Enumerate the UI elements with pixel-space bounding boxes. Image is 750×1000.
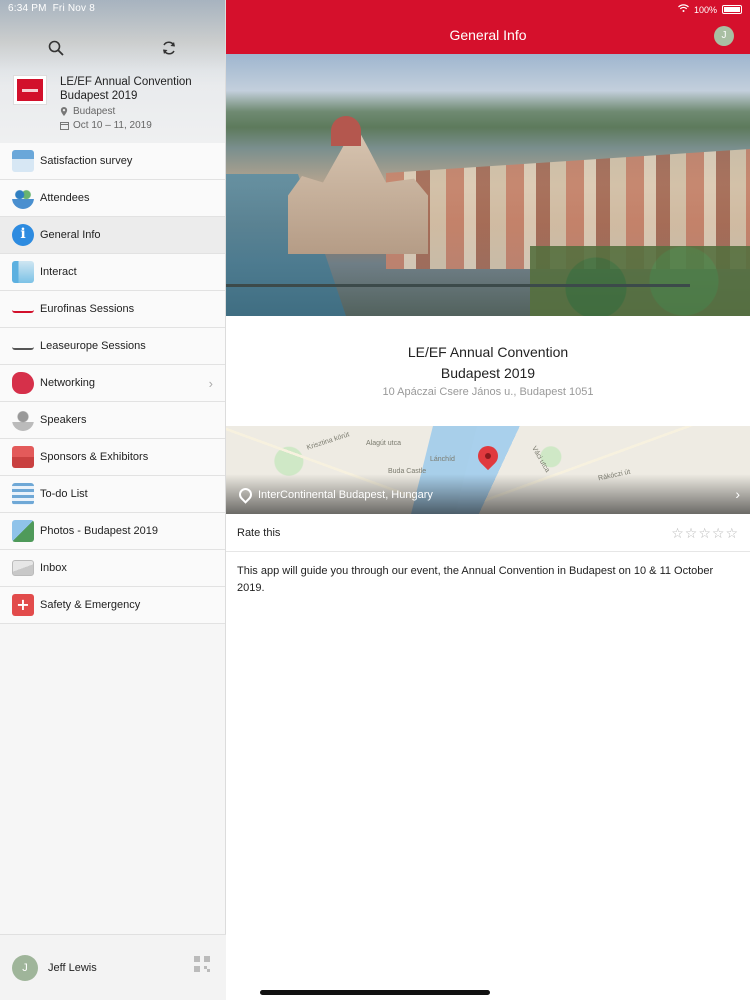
sidebar-item-label: Speakers <box>40 414 87 426</box>
avatar[interactable]: J <box>12 954 38 981</box>
location-pin-icon <box>238 488 250 502</box>
event-address: 10 Apáczai Csere János u., Budapest 1051 <box>382 386 594 398</box>
hero-bridge <box>226 284 690 298</box>
eurofinas-icon <box>12 305 34 313</box>
safety-icon <box>12 594 34 616</box>
sidebar-event-location: Budapest <box>60 106 115 117</box>
sidebar-item-todo-list[interactable]: To-do List <box>0 476 225 513</box>
calendar-icon <box>60 121 69 130</box>
sidebar-item-networking[interactable]: Networking › <box>0 365 225 402</box>
page-title: General Info <box>449 27 527 43</box>
sidebar-item-label: Satisfaction survey <box>40 155 133 167</box>
event-title-line1: LE/EF Annual Convention <box>407 344 569 360</box>
event-title: LE/EF Annual Convention Budapest 2019 <box>226 316 750 384</box>
survey-icon <box>12 150 34 172</box>
photos-icon <box>12 520 34 542</box>
sidebar: 6:34 PM Fri Nov 8 LE/EF Annual Conventio… <box>0 0 226 1000</box>
sidebar-event-dates-text: Oct 10 – 11, 2019 <box>73 120 152 131</box>
interact-icon <box>12 261 34 283</box>
networking-icon <box>12 372 34 394</box>
main-content: 100% General Info J LE/EF Annual Convent… <box>226 0 750 1000</box>
sponsors-icon <box>12 446 34 468</box>
qr-code-icon[interactable] <box>194 956 210 972</box>
leaseurope-icon <box>12 342 34 350</box>
attendees-icon <box>12 187 34 209</box>
map-street-label: Alagút utca <box>366 440 402 447</box>
event-title-line2: Budapest 2019 <box>440 365 536 381</box>
map-marker-icon[interactable] <box>473 441 503 471</box>
hero-dome <box>331 116 361 146</box>
event-hero-image <box>226 54 750 316</box>
user-name: Jeff Lewis <box>48 961 97 974</box>
status-bar-time: 6:34 PM Fri Nov 8 <box>8 3 95 14</box>
chevron-right-icon[interactable]: › <box>735 486 740 502</box>
wifi-icon <box>678 4 689 15</box>
sidebar-item-label: Safety & Emergency <box>40 599 141 611</box>
todo-icon <box>12 483 34 505</box>
info-icon <box>12 224 34 246</box>
location-map[interactable]: Krisztina körút Alagút utca Lánchíd Buda… <box>226 426 750 514</box>
sidebar-item-speakers[interactable]: Speakers <box>0 402 225 439</box>
sidebar-item-label: Networking <box>40 377 96 389</box>
star-icon[interactable]: ☆ <box>685 526 698 540</box>
sidebar-event-title: LE/EF Annual Convention Budapest 2019 <box>60 76 192 102</box>
sidebar-item-attendees[interactable]: Attendees <box>0 180 225 217</box>
sidebar-item-eurofinas-sessions[interactable]: Eurofinas Sessions <box>0 291 225 328</box>
battery-percent: 100% <box>693 4 717 15</box>
star-icon[interactable]: ☆ <box>725 526 738 540</box>
sidebar-item-label: Leaseurope Sessions <box>40 340 146 352</box>
avatar[interactable]: J <box>714 26 734 46</box>
map-location-row[interactable]: InterContinental Budapest, Hungary <box>238 488 433 502</box>
home-indicator[interactable] <box>260 990 490 995</box>
sidebar-menu: Satisfaction survey Attendees General In… <box>0 143 225 624</box>
rate-label: Rate this <box>237 526 281 539</box>
star-rating[interactable]: ☆ ☆ ☆ ☆ ☆ <box>671 526 738 540</box>
refresh-icon[interactable] <box>159 40 179 60</box>
map-street-label: Lánchíd <box>430 456 455 463</box>
sidebar-item-label: Inbox <box>40 562 67 574</box>
sidebar-item-safety-emergency[interactable]: Safety & Emergency <box>0 587 225 624</box>
sidebar-item-label: To-do List <box>40 488 88 500</box>
sidebar-item-label: Interact <box>40 266 77 278</box>
status-bar-right: 100% <box>678 4 742 15</box>
event-description: This app will guide you through our even… <box>237 565 714 594</box>
hero-trees <box>530 246 750 316</box>
sidebar-item-sponsors-exhibitors[interactable]: Sponsors & Exhibitors <box>0 439 225 476</box>
top-bar: 100% General Info J <box>226 0 750 54</box>
rate-row: Rate this ☆ ☆ ☆ ☆ ☆ <box>226 514 750 552</box>
speakers-icon <box>12 409 34 431</box>
sidebar-item-label: Photos - Budapest 2019 <box>40 525 159 537</box>
sidebar-item-general-info[interactable]: General Info <box>0 217 225 254</box>
sidebar-item-label: General Info <box>40 229 101 241</box>
map-street-label: Krisztina körút <box>306 431 351 452</box>
event-logo[interactable] <box>14 76 46 104</box>
search-icon[interactable] <box>46 40 66 60</box>
sidebar-item-inbox[interactable]: Inbox <box>0 550 225 587</box>
star-icon[interactable]: ☆ <box>712 526 725 540</box>
star-icon[interactable]: ☆ <box>671 526 684 540</box>
sidebar-event-dates: Oct 10 – 11, 2019 <box>60 120 152 131</box>
sidebar-item-label: Attendees <box>40 192 90 204</box>
sidebar-item-photos[interactable]: Photos - Budapest 2019 <box>0 513 225 550</box>
sidebar-event-location-text: Budapest <box>73 106 116 117</box>
sidebar-item-satisfaction-survey[interactable]: Satisfaction survey <box>0 143 225 180</box>
sidebar-item-label: Sponsors & Exhibitors <box>40 451 149 463</box>
sidebar-header: 6:34 PM Fri Nov 8 LE/EF Annual Conventio… <box>0 0 225 143</box>
star-icon[interactable]: ☆ <box>698 526 711 540</box>
map-street-label: Váci utca <box>530 445 551 474</box>
sidebar-item-leaseurope-sessions[interactable]: Leaseurope Sessions <box>0 328 225 365</box>
inbox-icon <box>12 560 34 576</box>
map-location-name: InterContinental Budapest, Hungary <box>258 489 433 501</box>
location-pin-icon <box>60 107 68 116</box>
chevron-right-icon[interactable]: › <box>209 376 213 391</box>
battery-icon <box>722 5 742 14</box>
sidebar-item-label: Eurofinas Sessions <box>40 303 135 315</box>
sidebar-footer[interactable]: J Jeff Lewis <box>0 934 226 1000</box>
sidebar-item-interact[interactable]: Interact <box>0 254 225 291</box>
